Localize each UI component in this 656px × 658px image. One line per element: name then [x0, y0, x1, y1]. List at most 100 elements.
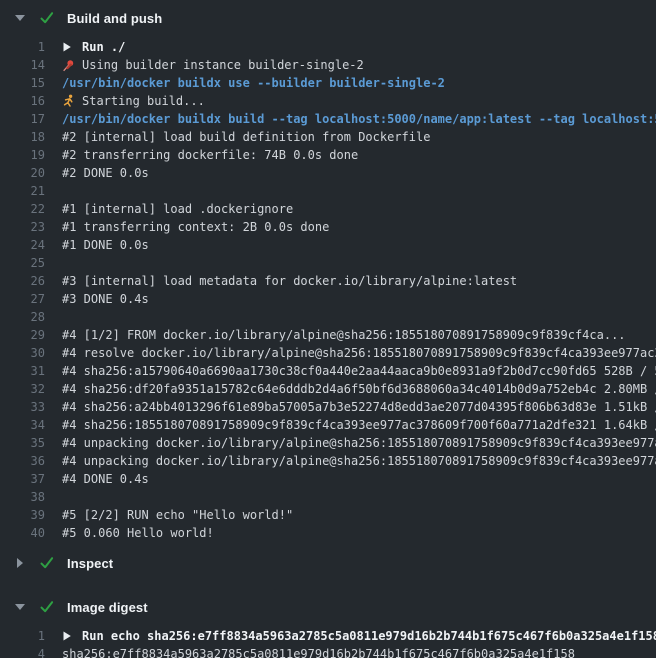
runner-icon	[62, 92, 77, 110]
line-number[interactable]: 17	[0, 110, 45, 128]
line-number[interactable]: 26	[0, 272, 45, 290]
line-number[interactable]: 1	[0, 627, 45, 645]
line-number[interactable]: 21	[0, 182, 45, 200]
log-line: 30 #4 resolve docker.io/library/alpine@s…	[0, 344, 656, 362]
line-number[interactable]: 14	[0, 56, 45, 74]
log-text: sha256:e7ff8834a5963a2785c5a0811e979d16b…	[62, 645, 575, 658]
line-number[interactable]: 22	[0, 200, 45, 218]
section-title: Image digest	[67, 600, 148, 615]
log-line: 34 #4 sha256:185518070891758909c9f839cf4…	[0, 416, 656, 434]
log-text: #2 [internal] load build definition from…	[62, 128, 430, 146]
log-text: #4 DONE 0.4s	[62, 470, 149, 488]
log-line: 22 #1 [internal] load .dockerignore	[0, 200, 656, 218]
line-number[interactable]: 37	[0, 470, 45, 488]
line-number[interactable]: 25	[0, 254, 45, 272]
line-number[interactable]: 36	[0, 452, 45, 470]
line-number[interactable]: 28	[0, 308, 45, 326]
log-line: 29 #4 [1/2] FROM docker.io/library/alpin…	[0, 326, 656, 344]
line-number[interactable]: 24	[0, 236, 45, 254]
log-line: 25	[0, 254, 656, 272]
log-line: 17 /usr/bin/docker buildx build --tag lo…	[0, 110, 656, 128]
log-line: 18 #2 [internal] load build definition f…	[0, 128, 656, 146]
success-check-icon	[39, 10, 55, 26]
section-title: Inspect	[67, 556, 113, 571]
log-section: Build and push 1 Run ./ 14 Using builder…	[0, 6, 656, 542]
success-check-icon	[39, 599, 55, 615]
line-number[interactable]: 23	[0, 218, 45, 236]
log-text: #4 unpacking docker.io/library/alpine@sh…	[62, 452, 656, 470]
log-line: 16 Starting build...	[0, 92, 656, 110]
log-line: 19 #2 transferring dockerfile: 74B 0.0s …	[0, 146, 656, 164]
line-number[interactable]: 20	[0, 164, 45, 182]
log-line: 36 #4 unpacking docker.io/library/alpine…	[0, 452, 656, 470]
chevron-down-icon[interactable]	[14, 12, 26, 24]
log-text: #2 transferring dockerfile: 74B 0.0s don…	[62, 146, 358, 164]
log-text: #5 [2/2] RUN echo "Hello world!"	[62, 506, 293, 524]
log-line: 37 #4 DONE 0.4s	[0, 470, 656, 488]
log-section: Image digest 1 Run echo sha256:e7ff8834a…	[0, 595, 656, 658]
log-line: 1 Run ./	[0, 38, 656, 56]
log-text: #5 0.060 Hello world!	[62, 524, 214, 542]
section-log-lines: 1 Run ./ 14 Using builder instance build…	[0, 38, 656, 542]
log-text: #4 sha256:a24bb4013296f61e89ba57005a7b3e…	[62, 398, 656, 416]
log-line: 40 #5 0.060 Hello world!	[0, 524, 656, 542]
chevron-down-icon[interactable]	[14, 601, 26, 613]
line-number[interactable]: 40	[0, 524, 45, 542]
section-title: Build and push	[67, 11, 162, 26]
log-text: #1 transferring context: 2B 0.0s done	[62, 218, 329, 236]
play-icon[interactable]	[62, 38, 77, 56]
section-header[interactable]: Image digest	[0, 595, 656, 619]
log-text: Run ./	[82, 38, 125, 56]
log-line: 21	[0, 182, 656, 200]
section-header[interactable]: Inspect	[0, 551, 656, 575]
log-line: 32 #4 sha256:df20fa9351a15782c64e6dddb2d…	[0, 380, 656, 398]
line-number[interactable]: 4	[0, 645, 45, 658]
log-text: Run echo sha256:e7ff8834a5963a2785c5a081…	[82, 627, 656, 645]
line-number[interactable]: 32	[0, 380, 45, 398]
log-text: #2 DONE 0.0s	[62, 164, 149, 182]
log-text: #4 sha256:185518070891758909c9f839cf4ca3…	[62, 416, 656, 434]
log-section: Inspect	[0, 551, 656, 575]
line-number[interactable]: 29	[0, 326, 45, 344]
line-number[interactable]: 31	[0, 362, 45, 380]
line-number[interactable]: 30	[0, 344, 45, 362]
log-line: 35 #4 unpacking docker.io/library/alpine…	[0, 434, 656, 452]
play-icon[interactable]	[62, 627, 77, 645]
line-number[interactable]: 35	[0, 434, 45, 452]
actions-log-root: Build and push 1 Run ./ 14 Using builder…	[0, 0, 656, 658]
line-number[interactable]: 15	[0, 74, 45, 92]
chevron-right-icon[interactable]	[14, 557, 26, 569]
section-log-lines: 1 Run echo sha256:e7ff8834a5963a2785c5a0…	[0, 627, 656, 658]
log-text: Starting build...	[82, 92, 205, 110]
log-text: #1 [internal] load .dockerignore	[62, 200, 293, 218]
log-text: #4 sha256:a15790640a6690aa1730c38cf0a440…	[62, 362, 656, 380]
line-number[interactable]: 38	[0, 488, 45, 506]
log-line: 38	[0, 488, 656, 506]
log-text: /usr/bin/docker buildx use --builder bui…	[62, 74, 445, 92]
line-number[interactable]: 19	[0, 146, 45, 164]
section-header[interactable]: Build and push	[0, 6, 656, 30]
log-line: 24 #1 DONE 0.0s	[0, 236, 656, 254]
log-text: #4 [1/2] FROM docker.io/library/alpine@s…	[62, 326, 626, 344]
log-text: #4 unpacking docker.io/library/alpine@sh…	[62, 434, 656, 452]
log-line: 27 #3 DONE 0.4s	[0, 290, 656, 308]
line-number[interactable]: 16	[0, 92, 45, 110]
log-text: #3 [internal] load metadata for docker.i…	[62, 272, 517, 290]
log-line: 26 #3 [internal] load metadata for docke…	[0, 272, 656, 290]
line-number[interactable]: 1	[0, 38, 45, 56]
log-line: 20 #2 DONE 0.0s	[0, 164, 656, 182]
line-number[interactable]: 18	[0, 128, 45, 146]
log-line: 28	[0, 308, 656, 326]
line-number[interactable]: 39	[0, 506, 45, 524]
success-check-icon	[39, 555, 55, 571]
log-text: #1 DONE 0.0s	[62, 236, 149, 254]
log-line: 4 sha256:e7ff8834a5963a2785c5a0811e979d1…	[0, 645, 656, 658]
log-line: 31 #4 sha256:a15790640a6690aa1730c38cf0a…	[0, 362, 656, 380]
line-number[interactable]: 34	[0, 416, 45, 434]
line-number[interactable]: 33	[0, 398, 45, 416]
pushpin-icon	[62, 56, 77, 74]
log-line: 33 #4 sha256:a24bb4013296f61e89ba57005a7…	[0, 398, 656, 416]
log-text: #4 resolve docker.io/library/alpine@sha2…	[62, 344, 656, 362]
log-text: /usr/bin/docker buildx build --tag local…	[62, 110, 656, 128]
line-number[interactable]: 27	[0, 290, 45, 308]
